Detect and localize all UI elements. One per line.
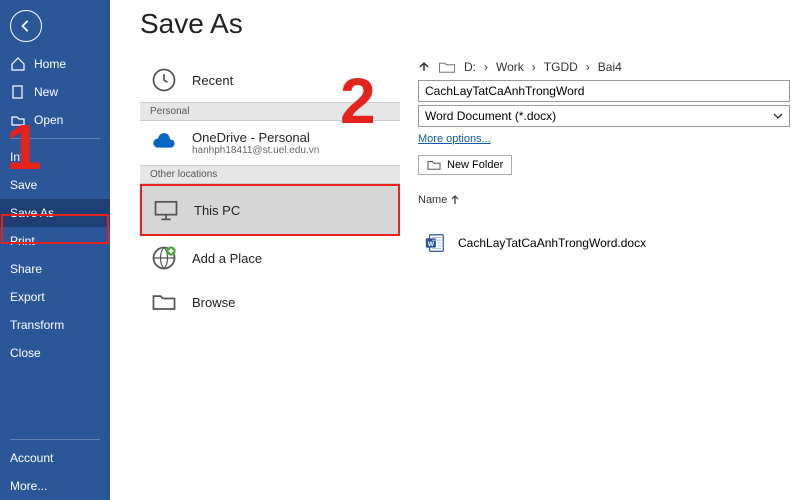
file-name: CachLayTatCaAnhTrongWord.docx [458,236,646,250]
sidebar-item-home[interactable]: Home [0,50,110,78]
list-header-name[interactable]: Name [418,194,790,206]
more-options-link[interactable]: More options... [418,127,491,155]
location-recent[interactable]: Recent [140,58,400,102]
open-icon [10,112,26,128]
sidebar-divider [10,138,100,139]
location-label: OneDrive - Personal [192,130,319,145]
chevron-down-icon [773,113,783,119]
new-icon [10,84,26,100]
crumb-part[interactable]: Work [496,60,524,74]
sidebar-divider [10,439,100,440]
sidebar-label: Close [10,346,41,360]
sidebar-item-save-as[interactable]: Save As [0,199,110,227]
location-onedrive[interactable]: OneDrive - Personal hanhph18411@st.uel.e… [140,121,400,165]
new-folder-button[interactable]: New Folder [418,155,512,175]
sidebar-label: Export [10,290,45,304]
sidebar-label: Info [10,150,30,164]
location-label: This PC [194,203,240,218]
sidebar-label: Save As [10,206,54,220]
breadcrumb: D: › Work › TGDD › Bai4 [418,58,790,76]
filetype-select[interactable]: Word Document (*.docx) [418,105,790,127]
folder-icon [150,288,178,316]
sidebar-item-more[interactable]: More... [0,472,110,500]
sidebar-label: Open [34,113,63,127]
location-this-pc[interactable]: This PC [140,184,400,236]
up-button[interactable] [418,61,430,73]
home-icon [10,56,26,72]
pc-icon [152,196,180,224]
up-arrow-icon [418,61,430,73]
location-label: Browse [192,295,235,310]
sidebar-item-account[interactable]: Account [0,444,110,472]
folder-icon [438,60,456,74]
crumb-part[interactable]: TGDD [544,60,578,74]
sidebar-label: Home [34,57,66,71]
sort-asc-icon [451,195,459,205]
sidebar-item-new[interactable]: New [0,78,110,106]
sidebar-item-info[interactable]: Info [0,143,110,171]
location-label: Add a Place [192,251,262,266]
location-add-place[interactable]: Add a Place [140,236,400,280]
crumb-part[interactable]: Bai4 [598,60,622,74]
location-browse[interactable]: Browse [140,280,400,324]
file-entry[interactable]: W CachLayTatCaAnhTrongWord.docx [418,232,790,254]
section-other: Other locations [140,165,400,184]
word-doc-icon: W [424,232,446,254]
sidebar-label: New [34,85,58,99]
page-title: Save As [140,8,243,40]
backstage-sidebar: Home New Open Info Save Save As Print Sh… [0,0,110,500]
sidebar-item-open[interactable]: Open [0,106,110,134]
sidebar-label: More... [10,479,47,493]
sidebar-label: Account [10,451,53,465]
filename-input[interactable] [418,80,790,102]
locations-panel: Recent Personal OneDrive - Personal hanh… [140,58,400,324]
location-label: Recent [192,73,233,88]
sidebar-label: Print [10,234,35,248]
sidebar-label: Transform [10,318,64,332]
sidebar-label: Save [10,178,37,192]
sidebar-item-close[interactable]: Close [0,339,110,367]
sidebar-item-print[interactable]: Print [0,227,110,255]
cloud-icon [150,129,178,157]
file-pane: D: › Work › TGDD › Bai4 Word Document (*… [418,58,790,490]
sidebar-item-save[interactable]: Save [0,171,110,199]
crumb-drive[interactable]: D: [464,60,476,74]
sidebar-item-export[interactable]: Export [0,283,110,311]
add-place-icon [150,244,178,272]
back-arrow-icon [19,19,33,33]
recent-icon [150,66,178,94]
new-folder-label: New Folder [447,159,503,171]
sidebar-label: Share [10,262,42,276]
sidebar-item-transform[interactable]: Transform [0,311,110,339]
back-button[interactable] [10,10,42,42]
location-sublabel: hanhph18411@st.uel.edu.vn [192,145,319,156]
svg-text:W: W [428,241,435,248]
filetype-label: Word Document (*.docx) [425,109,556,123]
section-personal: Personal [140,102,400,121]
sidebar-item-share[interactable]: Share [0,255,110,283]
new-folder-icon [427,159,441,171]
